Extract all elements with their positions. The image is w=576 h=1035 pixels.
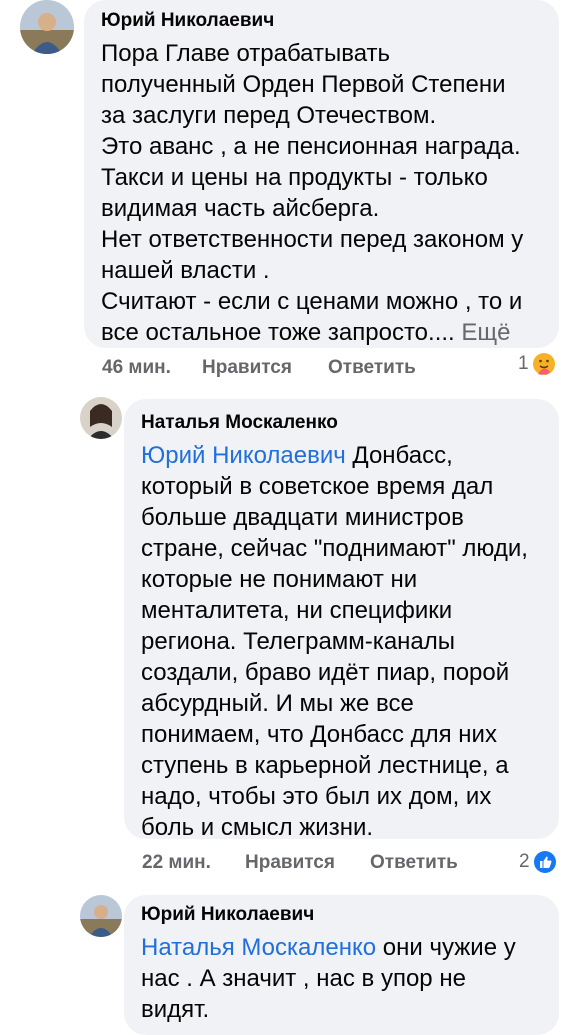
comment-bubble: Юрий Николаевич Наталья Москаленко они ч… xyxy=(124,895,559,1035)
care-emoji-icon xyxy=(532,353,555,375)
comment-text: Пора Главе отрабатывать полученный Орден… xyxy=(101,38,543,348)
comment-author[interactable]: Юрий Николаевич xyxy=(141,904,543,926)
comment-body: Донбасс, который в советское время дал б… xyxy=(141,442,528,841)
comment-time[interactable]: 46 мин. xyxy=(102,357,171,379)
reaction-count: 2 xyxy=(519,851,530,872)
mention-link[interactable]: Юрий Николаевич xyxy=(141,442,346,469)
like-icon xyxy=(533,851,556,873)
reaction-count: 1 xyxy=(518,353,529,374)
comment-author[interactable]: Наталья Москаленко xyxy=(141,412,543,434)
avatar[interactable] xyxy=(80,895,122,937)
avatar[interactable] xyxy=(20,0,74,54)
see-more-link[interactable]: Ещё xyxy=(461,319,510,346)
like-button[interactable]: Нравится xyxy=(245,852,335,874)
comment-body: Пора Главе отрабатывать полученный Орден… xyxy=(101,40,524,346)
reaction-summary[interactable]: 2 xyxy=(519,850,557,874)
comment-meta: 22 мин. Нравится Ответить xyxy=(142,852,472,876)
reply-button[interactable]: Ответить xyxy=(328,357,416,379)
comment-text: Наталья Москаленко они чужие у нас . А з… xyxy=(141,932,543,1025)
comment-author[interactable]: Юрий Николаевич xyxy=(101,10,543,32)
reaction-summary[interactable]: 1 xyxy=(518,352,556,376)
comment-text: Юрий Николаевич Донбасс, который в совет… xyxy=(141,440,543,843)
like-button[interactable]: Нравится xyxy=(202,357,292,379)
comment-meta: 46 мин. Нравится Ответить xyxy=(102,357,432,381)
avatar[interactable] xyxy=(80,397,122,439)
mention-link[interactable]: Наталья Москаленко xyxy=(141,934,376,961)
reply-button[interactable]: Ответить xyxy=(370,852,458,874)
comment-bubble: Юрий Николаевич Пора Главе отрабатывать … xyxy=(84,0,559,348)
comment-time[interactable]: 22 мин. xyxy=(142,852,211,874)
comment-bubble: Наталья Москаленко Юрий Николаевич Донба… xyxy=(124,399,559,841)
